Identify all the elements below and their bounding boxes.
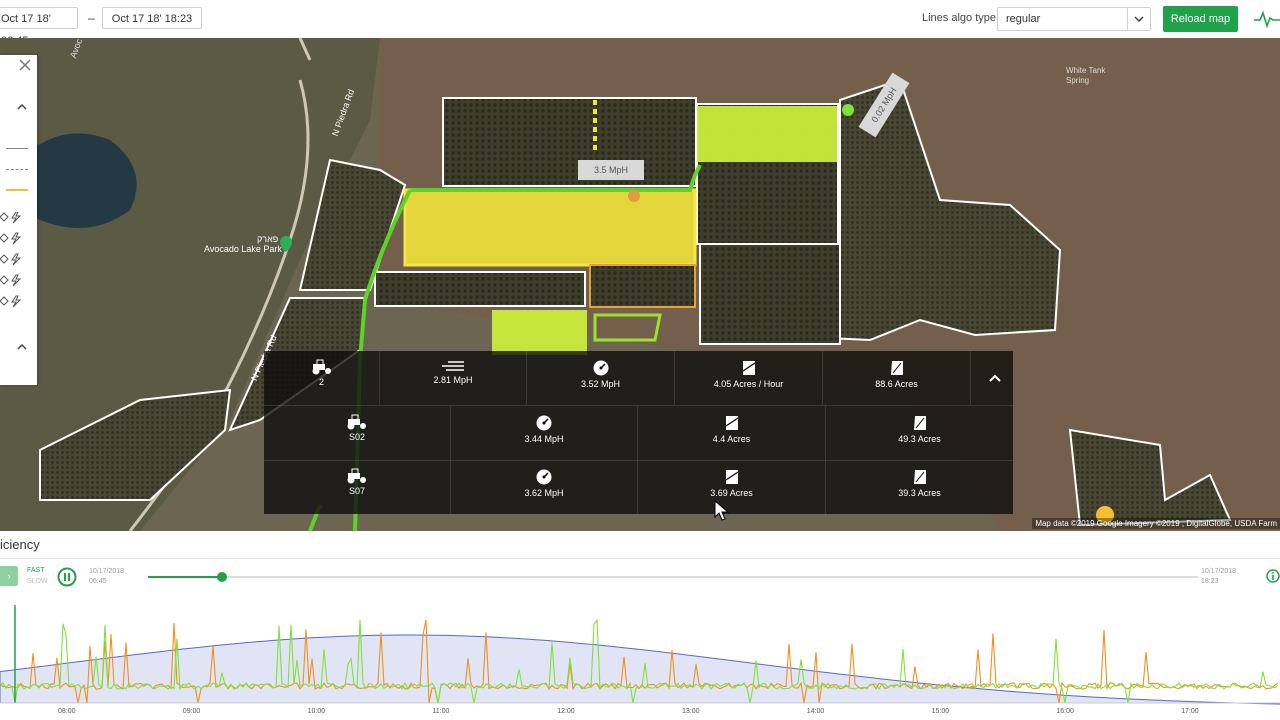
avg-speed-cell: 2.81 MpH — [380, 351, 527, 405]
vehicle-total-cell: 39.3 Acres — [826, 460, 1013, 514]
axis-tick-label: 16:00 — [1056, 708, 1074, 715]
vehicle-speed-cell: 3.44 MpH — [451, 406, 638, 460]
tractor-icon — [347, 468, 366, 484]
end-time-label: 18:23 — [1201, 578, 1219, 585]
vehicle-speed-cell: 3.62 MpH — [451, 460, 638, 514]
map-credit: Map data ©2019 Google Imagery ©2019 , Di… — [1032, 518, 1280, 529]
lines-speed-icon — [442, 361, 464, 371]
area-icon — [890, 361, 903, 375]
vehicle-speed: 3.62 MpH — [524, 488, 564, 498]
speed-toggle-button[interactable]: › — [0, 566, 18, 586]
vehicle-row[interactable]: S02 3.44 MpH 4.4 Acres 49.3 Acres — [264, 406, 1013, 461]
speedometer-icon — [536, 469, 552, 485]
tractor-icon — [347, 414, 366, 430]
vehicle-covered: 3.69 Acres — [710, 488, 753, 498]
mouse-cursor-icon — [714, 500, 730, 521]
axis-tick-label: 10:00 — [307, 708, 326, 715]
efficiency-title: iciency — [0, 537, 40, 552]
legend-dashed-line — [6, 169, 28, 170]
start-time-label: 06:45 — [89, 578, 107, 585]
legend-yellow-line — [6, 189, 28, 191]
vehicle-filter-icons[interactable] — [0, 212, 30, 312]
speedometer-icon — [593, 360, 608, 376]
pulse-icon[interactable] — [1254, 10, 1280, 33]
reload-map-button[interactable]: Reload map — [1163, 6, 1238, 32]
speed-cell: 3.52 MpH — [527, 351, 675, 405]
pause-icon[interactable] — [57, 567, 77, 592]
chevron-up-icon[interactable] — [17, 337, 27, 355]
algo-selected-value: regular — [1006, 13, 1041, 25]
end-date-value: Oct 17 18' 18:23 — [111, 13, 193, 25]
area-icon — [913, 470, 926, 484]
stats-overlay: 2 2.81 MpH 3.52 MpH 4.05 Acres / Hour 88… — [264, 351, 1013, 514]
vehicle-name: S07 — [348, 486, 365, 496]
vehicle-name-cell: S07 — [264, 460, 451, 514]
end-date-label: 10/17/2018 — [1201, 568, 1237, 575]
axis-tick-label: 08:00 — [58, 708, 76, 715]
lines-algo-select[interactable]: regular — [997, 7, 1151, 31]
timeline-start: 10/17/2018 06:45 — [89, 567, 124, 587]
layers-side-panel — [0, 55, 37, 385]
area-icon — [913, 416, 926, 430]
area-rate-icon — [725, 416, 738, 430]
area-rate-icon — [742, 361, 755, 375]
park-label: Avocado Lake Park — [204, 244, 282, 254]
axis-tick-label: 09:00 — [182, 708, 201, 715]
vehicle-total-cell: 49.3 Acres — [826, 406, 1013, 460]
tractor-icon — [312, 359, 331, 375]
speedometer-icon — [536, 415, 552, 431]
axis-tick-label: 11:00 — [432, 708, 450, 715]
timeline-end: 10/17/2018 18:23 — [1201, 567, 1236, 587]
date-range-separator: – — [88, 11, 95, 25]
top-toolbar: Oct 17 18' 06:45 – Oct 17 18' 18:23 Line… — [0, 0, 1280, 47]
area-value: 88.6 Acres — [875, 379, 918, 389]
axis-tick-label: 12:00 — [557, 708, 575, 715]
axis-tick-label: 14:00 — [806, 708, 825, 715]
lines-algo-label: Lines algo type — [922, 12, 996, 24]
area-cell: 88.6 Acres — [823, 351, 971, 405]
slow-label[interactable]: SLOW — [27, 578, 48, 585]
timeline-progress — [148, 576, 222, 578]
vehicle-covered: 4.4 Acres — [712, 434, 751, 444]
start-date-label: 10/17/2018 — [89, 568, 125, 575]
area-rate-icon — [725, 470, 738, 484]
efficiency-graph[interactable] — [0, 597, 1280, 720]
vehicle-total: 49.3 Acres — [898, 434, 941, 444]
vehicle-total: 39.3 Acres — [898, 488, 941, 498]
rate-value: 4.05 Acres / Hour — [713, 379, 784, 389]
vehicles-count: 2 — [318, 377, 324, 387]
close-icon[interactable] — [18, 58, 32, 77]
vehicle-speed: 3.44 MpH — [524, 434, 564, 444]
vehicle-covered-cell: 3.69 Acres — [638, 460, 826, 514]
summary-row: 2 2.81 MpH 3.52 MpH 4.05 Acres / Hour 88… — [264, 351, 1013, 406]
time-axis: 08:00 09:00 10:00 11:00 12:00 13:00 14:00 15:00… — [0, 708, 1280, 720]
collapse-chevron-icon[interactable] — [989, 369, 1001, 387]
vehicle-name-cell: S02 — [264, 406, 451, 460]
rate-cell: 4.05 Acres / Hour — [675, 351, 823, 405]
info-icon[interactable] — [1266, 569, 1280, 588]
timeline-slider[interactable] — [148, 572, 1198, 582]
fast-label[interactable]: FAST — [27, 567, 45, 574]
timeline-knob[interactable] — [216, 572, 227, 582]
efficiency-divider — [0, 558, 1280, 559]
axis-tick-label: 13:00 — [682, 708, 700, 715]
efficiency-area-series — [0, 634, 1280, 705]
avg-speed-value: 2.81 MpH — [433, 375, 473, 385]
vehicle-name: S02 — [348, 432, 365, 442]
vehicle-row[interactable]: S07 3.62 MpH 3.69 Acres 39.3 Acres — [264, 460, 1013, 514]
speed-value: 3.52 MpH — [580, 379, 621, 389]
park-hebrew-label: פארק — [257, 234, 279, 244]
end-date-field[interactable]: Oct 17 18' 18:23 — [102, 7, 202, 29]
axis-tick-label: 17:00 — [1181, 708, 1199, 715]
vehicle-covered-cell: 4.4 Acres — [638, 406, 826, 460]
speed-label-1: 3.5 MpH — [578, 160, 644, 180]
axis-tick-label: 15:00 — [931, 708, 950, 715]
vehicles-count-cell: 2 — [264, 351, 380, 405]
legend-solid-line — [6, 148, 28, 149]
spring-label: White Tank Spring — [1066, 66, 1106, 85]
start-date-field[interactable]: Oct 17 18' 06:45 — [0, 7, 78, 47]
chevron-up-icon[interactable] — [17, 97, 27, 115]
chevron-down-icon — [1127, 8, 1150, 30]
